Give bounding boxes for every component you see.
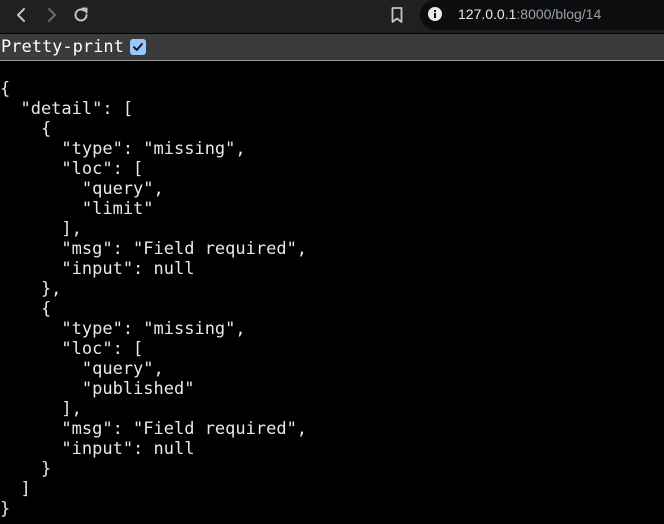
reload-button[interactable] — [68, 4, 94, 26]
json-line: "published" — [0, 379, 195, 399]
url-path: :8000/blog/14 — [516, 6, 602, 22]
json-line: "query", — [0, 359, 164, 379]
json-line: "query", — [0, 179, 164, 199]
json-line: { — [0, 79, 11, 99]
address-bar[interactable]: 127.0.0.1:8000/blog/14 — [420, 0, 664, 30]
arrow-left-icon — [17, 8, 25, 22]
json-line: ] — [0, 479, 31, 499]
json-line: ], — [0, 219, 82, 239]
reload-icon — [74, 7, 88, 22]
pretty-print-checkbox[interactable] — [130, 39, 146, 55]
json-line: "msg": "Field required", — [0, 419, 308, 439]
url-text[interactable]: 127.0.0.1:8000/blog/14 — [458, 6, 601, 23]
checkmark-icon — [133, 43, 143, 51]
pretty-print-bar: Pretty-print — [0, 34, 664, 61]
arrow-right-icon — [48, 8, 56, 22]
json-line: } — [0, 459, 52, 479]
json-line: "input": null — [0, 439, 195, 459]
url-host: 127.0.0.1 — [458, 6, 517, 22]
json-content: { "detail": [ { "type": "missing", "loc"… — [0, 79, 307, 519]
json-line: "limit" — [0, 199, 154, 219]
bookmark-icon — [391, 7, 403, 23]
json-line: "type": "missing", — [0, 319, 246, 339]
json-line: "loc": [ — [0, 339, 144, 359]
pretty-print-label[interactable]: Pretty-print — [1, 37, 124, 58]
forward-button[interactable] — [38, 4, 64, 26]
back-button[interactable] — [9, 4, 35, 26]
json-line: }, — [0, 279, 62, 299]
json-line: "detail": [ — [0, 99, 134, 119]
json-line: ], — [0, 399, 82, 419]
json-line: "loc": [ — [0, 159, 144, 179]
json-line: } — [0, 499, 11, 519]
site-info-button[interactable] — [427, 6, 443, 22]
json-line: "input": null — [0, 259, 195, 279]
json-line: { — [0, 119, 52, 139]
json-line: { — [0, 299, 52, 319]
info-circle-icon — [428, 7, 442, 21]
json-line: "msg": "Field required", — [0, 239, 308, 259]
browser-toolbar: 127.0.0.1:8000/blog/14 — [0, 0, 664, 33]
json-line: "type": "missing", — [0, 139, 246, 159]
bookmark-button[interactable] — [384, 4, 410, 26]
